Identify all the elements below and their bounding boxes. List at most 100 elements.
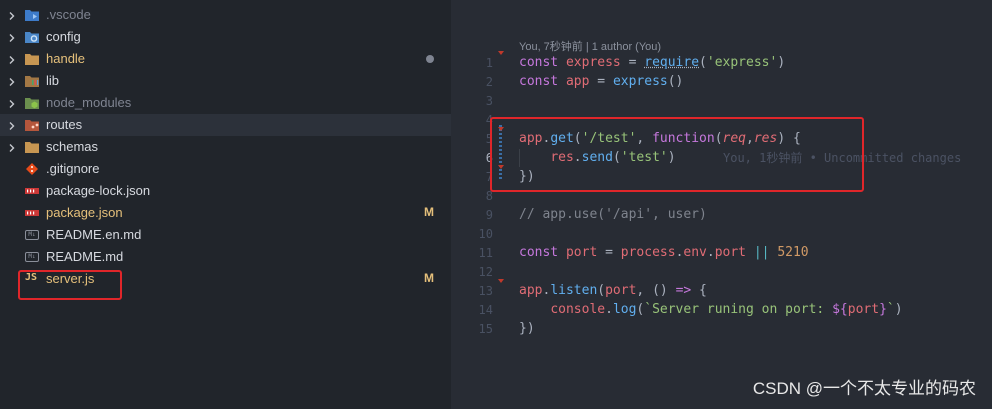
code-token: // app.use('/api', user) [519,207,707,222]
line-number: 11 [478,246,493,260]
line-number: 13 [478,284,493,298]
chevron-right-icon[interactable] [6,119,18,131]
code-token: express [565,55,621,70]
tree-item-package-lock-json[interactable]: package-lock.json [0,180,451,202]
line-number: 2 [485,75,493,89]
markdown-icon: M↓ [25,252,39,262]
code-token: const [519,55,559,70]
code-token: port [847,302,880,317]
folder-icon [24,52,40,66]
line-number: 8 [485,189,493,203]
tree-item-package-json[interactable]: package.json M [0,202,451,224]
tree-item-readme-en-md[interactable]: M↓ README.en.md [0,224,451,246]
codelens-authorship[interactable]: You, 7秒钟前 | 1 author (You) [519,38,661,54]
chevron-right-icon[interactable] [6,75,18,87]
code-token: port [714,245,747,260]
chevron-right-icon[interactable] [6,31,18,43]
tree-item-readme-md[interactable]: M↓ README.md [0,246,451,268]
chevron-right-icon[interactable] [6,9,18,21]
git-modified-badge: M [424,271,434,285]
code-token: ) [894,302,903,317]
watermark: CSDN @一个不太专业的码农 [752,379,976,398]
code-token: , () [636,283,676,298]
chevron-right-icon[interactable] [6,53,18,65]
code-token: ${ [832,302,848,317]
tree-item-label: .vscode [46,7,91,22]
code-token: () [667,74,684,89]
tree-item-vscode[interactable]: .vscode [0,4,451,26]
tree-item-routes[interactable]: routes [0,114,451,136]
tree-item-handle[interactable]: handle [0,48,451,70]
tree-item-label: README.md [46,249,124,264]
line-number: 15 [478,322,493,336]
git-modified-badge: M [424,205,434,219]
code-line-15[interactable]: }) [519,321,535,336]
tree-item-label: README.en.md [46,227,142,242]
line-number: 3 [485,94,493,108]
code-token: } [879,302,887,317]
code-token: app [519,283,543,298]
code-token: port [605,283,637,298]
code-token: || [753,245,770,260]
annotation-box-server-js [18,270,122,300]
code-token: app [565,74,590,89]
code-token: 5210 [777,245,809,260]
code-line-14[interactable]: console.log(`Server runing on port: ${po… [519,302,903,317]
markdown-icon: M↓ [25,230,39,240]
fold-marker-icon[interactable] [498,279,504,283]
code-editor[interactable]: You, 7秒钟前 | 1 author (You) You, 1秒钟前 • U… [451,0,992,409]
line-number: 10 [478,227,493,241]
code-line-9[interactable]: // app.use('/api', user) [519,207,707,222]
tree-item-label: lib [46,73,60,88]
tree-item-label: schemas [46,139,99,154]
chevron-right-icon[interactable] [6,141,18,153]
tree-item-lib[interactable]: lib [0,70,451,92]
code-line-13[interactable]: app.listen(port, () => { [519,283,707,298]
line-number: 14 [478,303,493,317]
line-number: 1 [485,56,493,70]
file-explorer: .vscode config handle lib node_modulesroutes… [0,0,451,409]
tree-item-schemas[interactable]: schemas [0,136,451,158]
folder-icon [24,140,40,154]
tree-item-node-modules[interactable]: node_modules [0,92,451,114]
line-number: 12 [478,265,493,279]
line-number: 6 [485,151,493,165]
code-token: ( [597,283,606,298]
code-token: express [612,74,668,89]
code-token: log [612,302,637,317]
code-token: const [519,74,559,89]
code-token: process [620,245,676,260]
tree-item-config[interactable]: config [0,26,451,48]
tree-item-gitignore[interactable]: .gitignore [0,158,451,180]
npm-icon [24,184,40,198]
code-token: env [683,245,707,260]
fold-marker-icon[interactable] [498,51,504,55]
annotation-box-route [490,117,864,192]
code-line-1[interactable]: const express = require('express') [519,55,785,70]
code-token: require [644,55,700,70]
routes-folder-icon [24,118,40,132]
lib-folder-icon [24,74,40,88]
tree-item-label: node_modules [46,95,132,110]
npm-icon [24,206,40,220]
code-token: . [605,302,613,317]
code-token: ) [777,55,786,70]
git-icon [24,162,40,176]
code-token: = [597,245,621,260]
line-number: 7 [485,170,493,184]
code-token: . [706,245,715,260]
code-token: port [565,245,598,260]
tree-item-label: package.json [46,205,123,220]
code-token: { [691,283,707,298]
code-line-11[interactable]: const port = process.env.port || 5210 [519,245,809,260]
code-token: 'express' [706,55,778,70]
chevron-right-icon[interactable] [6,97,18,109]
tree-item-label: handle [46,51,86,66]
code-token: listen [550,283,598,298]
code-line-2[interactable]: const app = express() [519,74,683,89]
